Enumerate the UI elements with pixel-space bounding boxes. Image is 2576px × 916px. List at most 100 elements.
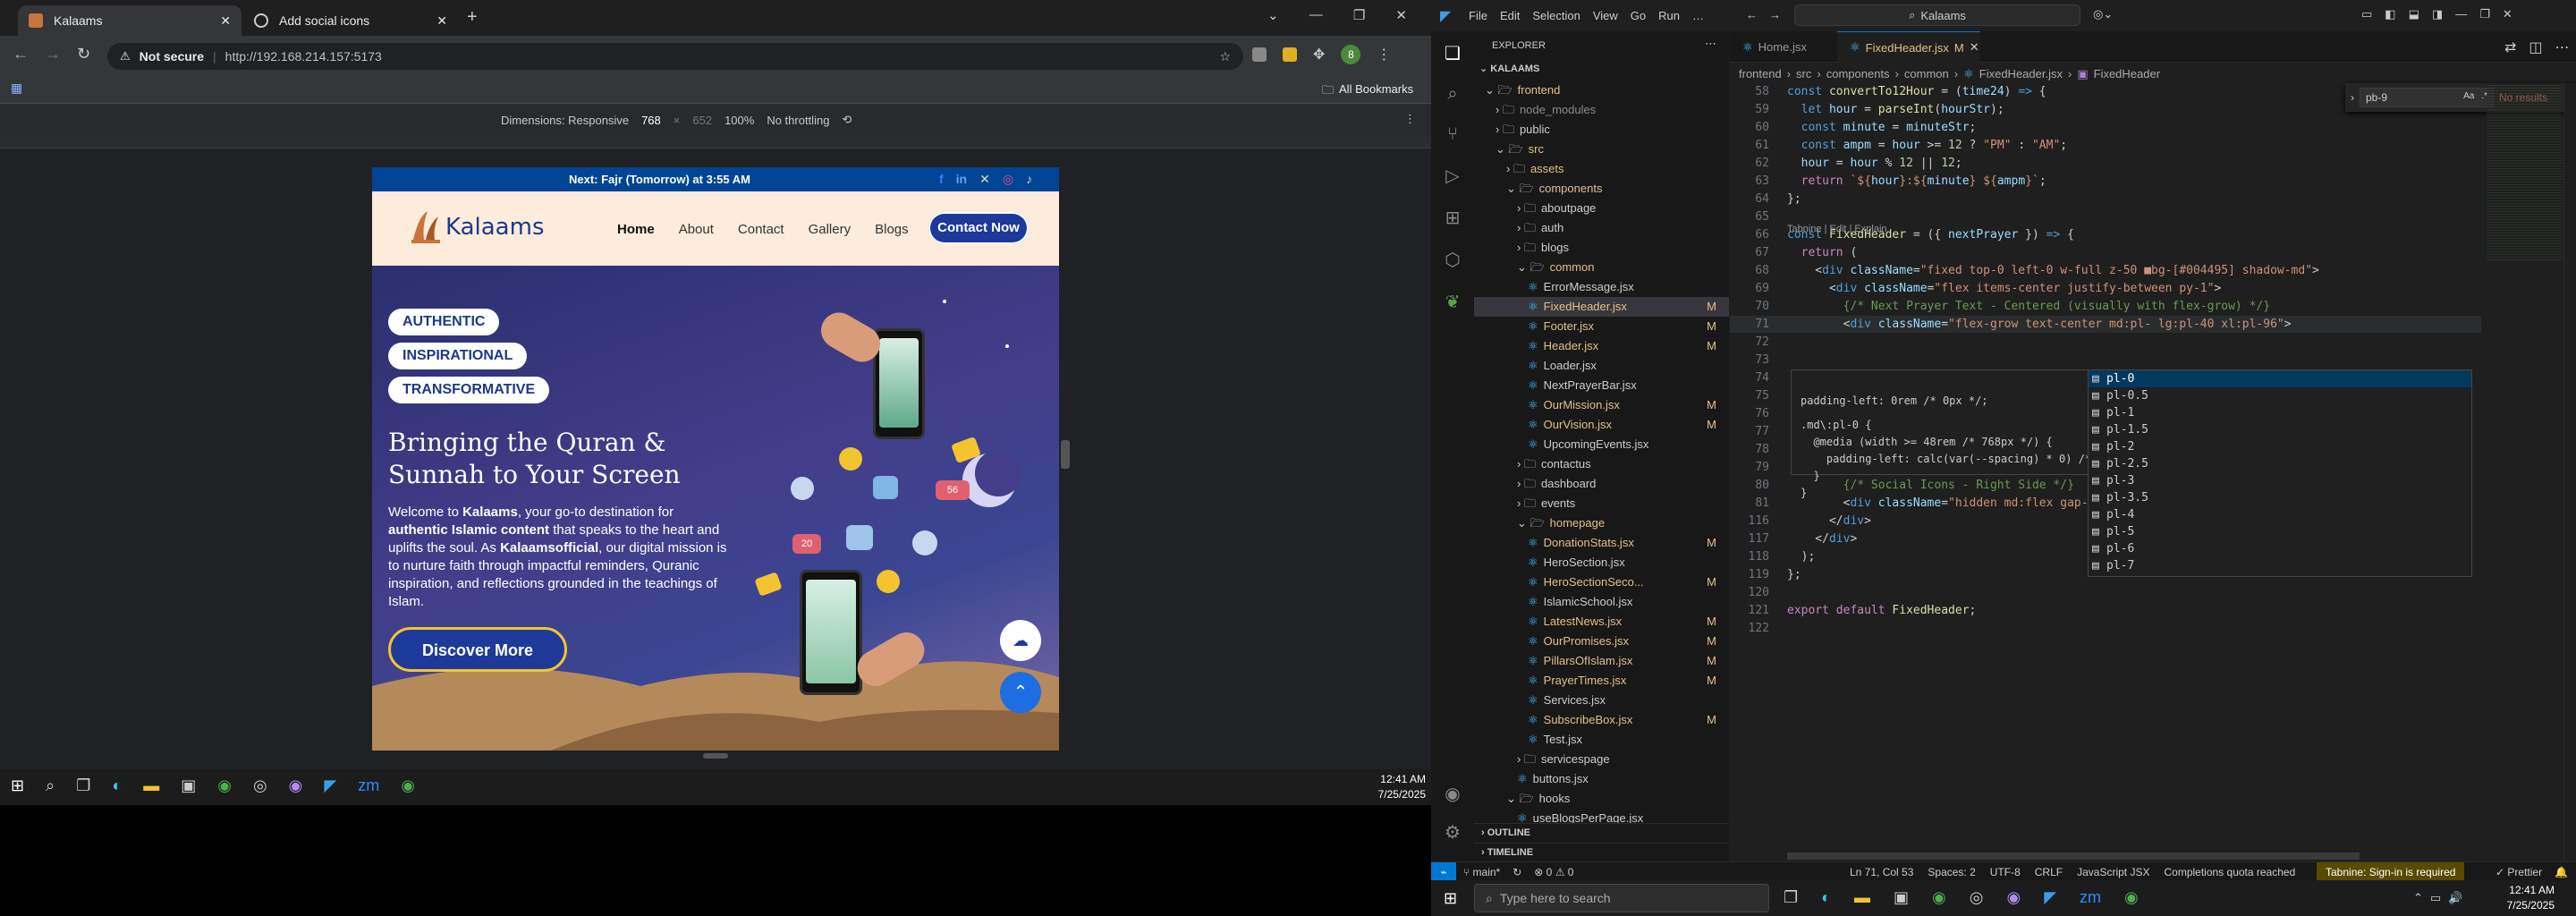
code-line[interactable]: 72 <box>1730 334 2481 351</box>
code-line[interactable]: 73 <box>1730 352 2481 369</box>
sync-icon[interactable]: ↻ <box>1513 866 1521 878</box>
tree-file[interactable]: ⚛ IslamicSchool.jsx <box>1474 592 1729 612</box>
linkedin-icon[interactable]: in <box>956 172 967 187</box>
zoom-dropdown[interactable]: 100% <box>724 114 754 127</box>
menu-selection[interactable]: Selection <box>1532 9 1580 22</box>
instagram-icon[interactable]: ◎ <box>1003 172 1013 187</box>
github-icon[interactable]: ◉ <box>2006 888 2021 907</box>
tree-folder[interactable]: › 🗀 servicespage <box>1474 750 1729 769</box>
problems-indicator[interactable]: ⊗ 0 ⚠ 0 <box>1534 866 1573 878</box>
tree-file[interactable]: ⚛ OurMission.jsx M <box>1474 395 1729 415</box>
taskbar-search-box[interactable]: ⌕ Type here to search <box>1474 884 1769 912</box>
explorer-more-icon[interactable]: ⋯ <box>1705 37 1716 51</box>
tree-folder[interactable]: › 🗀 aboutpage <box>1474 199 1729 218</box>
forward-icon[interactable]: → <box>45 45 61 64</box>
code-line[interactable]: 61 const ampm = hour >= 12 ? "PM" : "AM"… <box>1730 137 2481 154</box>
chrome-icon[interactable]: ◉ <box>217 776 232 795</box>
back-icon[interactable]: ← <box>13 45 29 64</box>
width-input[interactable]: 768 <box>641 114 661 127</box>
split-editor-icon[interactable]: ◫ <box>2529 38 2542 56</box>
nav-blogs[interactable]: Blogs <box>875 222 909 237</box>
nav-back-icon[interactable]: ← <box>1746 8 1758 21</box>
app-icon[interactable]: ◎ <box>253 776 267 795</box>
code-line[interactable]: 62 hour = hour % 12 || 12; <box>1730 155 2481 172</box>
code-line[interactable]: 68 <div className="fixed top-0 left-0 w-… <box>1730 262 2481 279</box>
tray-chevron-icon[interactable]: ⌃ <box>2413 891 2423 905</box>
close-window-icon[interactable]: ✕ <box>1395 7 1407 23</box>
edge-icon[interactable]: ◐ <box>1821 888 1831 907</box>
tree-file[interactable]: ⚛ NextPrayerBar.jsx <box>1474 376 1729 395</box>
all-bookmarks[interactable]: 🗀 All Bookmarks <box>1322 82 1413 102</box>
app-icon[interactable]: ◎ <box>1970 888 1984 907</box>
code-line[interactable]: 71 <div className="flex-grow text-center… <box>1730 316 2481 333</box>
compare-icon[interactable]: ⇄ <box>2504 38 2516 56</box>
account-icon[interactable]: ◉ <box>1445 783 1460 805</box>
close-tab-icon[interactable]: ✕ <box>436 13 447 29</box>
scrollbar[interactable] <box>2563 83 2576 861</box>
breadcrumb-item[interactable]: src <box>1796 67 1811 81</box>
close-tab-icon[interactable]: ✕ <box>1970 40 1979 55</box>
tree-file[interactable]: ⚛ HeroSectionSeco... M <box>1474 572 1729 592</box>
device-more-icon[interactable]: ⋮ <box>1404 112 1416 126</box>
github-copilot-icon[interactable]: ⬡ <box>1445 249 1460 271</box>
tree-folder[interactable]: ⌄ 🗁 components <box>1474 179 1729 199</box>
github-icon[interactable]: ◉ <box>289 776 303 795</box>
tree-folder[interactable]: ⌄ 🗁 frontend <box>1474 81 1729 100</box>
tree-file[interactable]: ⚛ Loader.jsx <box>1474 356 1729 376</box>
tree-file[interactable]: ⚛ OurVision.jsx M <box>1474 415 1729 435</box>
start-windows-icon[interactable]: ⊞ <box>1444 889 1457 908</box>
settings-gear-icon[interactable]: ⚙ <box>1445 821 1461 844</box>
search-icon[interactable]: ⌕ <box>1447 84 1457 105</box>
layout-icon[interactable]: ▭ <box>2361 7 2372 21</box>
tree-file[interactable]: ⚛ Services.jsx <box>1474 691 1729 710</box>
tree-folder[interactable]: › 🗀 assets <box>1474 159 1729 179</box>
tree-file[interactable]: ⚛ HeroSection.jsx <box>1474 553 1729 572</box>
scroll-top-button[interactable]: ⌃ <box>1000 672 1041 713</box>
nav-forward-icon[interactable]: → <box>1769 8 1781 21</box>
tree-file[interactable]: ⚛ ErrorMessage.jsx <box>1474 277 1729 297</box>
extensions-puzzle-icon[interactable]: ✥ <box>1313 46 1325 64</box>
tree-file[interactable]: ⚛ Footer.jsx M <box>1474 317 1729 336</box>
mongodb-icon[interactable]: ❦ <box>1445 291 1461 313</box>
tree-folder[interactable]: › 🗀 blogs <box>1474 238 1729 258</box>
clock[interactable]: 12:41 AM 7/25/2025 <box>1351 772 1426 802</box>
minimize-icon[interactable]: — <box>2455 7 2467 21</box>
code-line[interactable]: 120 <box>1730 584 2481 601</box>
tab-add-social-icons[interactable]: Add social icons ✕ <box>243 5 458 36</box>
code-line[interactable]: 67 return ( <box>1730 244 2481 261</box>
suggestion-item[interactable]: ▤ pl-5 <box>2089 523 2471 540</box>
reload-icon[interactable]: ↻ <box>77 45 90 64</box>
tree-folder[interactable]: ⌄ 🗁 hooks <box>1474 789 1729 809</box>
close-window-icon[interactable]: ✕ <box>2503 7 2512 21</box>
language-mode[interactable]: JavaScript JSX <box>2077 866 2149 878</box>
code-line[interactable]: 70 {/* Next Prayer Text - Centered (visu… <box>1730 298 2481 315</box>
suggestion-item[interactable]: ▤ pl-2.5 <box>2089 455 2471 472</box>
menu-more[interactable]: … <box>1692 9 1704 22</box>
suggestion-item[interactable]: ▤ pl-0 <box>2089 370 2471 387</box>
toggle-panel-icon[interactable]: ⬓ <box>2409 7 2419 21</box>
task-view-icon[interactable]: ❐ <box>76 776 90 795</box>
more-actions-icon[interactable]: ⋯ <box>2555 38 2570 56</box>
apps-grid-icon[interactable]: ▦ <box>11 81 22 96</box>
tab-home-jsx[interactable]: ⚛ Home.jsx <box>1730 31 1837 63</box>
tiktok-icon[interactable]: ♪ <box>1026 172 1032 187</box>
code-line[interactable]: 121 export default FixedHeader; <box>1730 602 2481 619</box>
clock[interactable]: 12:41 AM 7/25/2025 <box>2479 883 2555 913</box>
tree-folder[interactable]: ⌄ 🗁 common <box>1474 258 1729 277</box>
nav-about[interactable]: About <box>679 222 714 237</box>
tree-file[interactable]: ⚛ buttons.jsx <box>1474 769 1729 789</box>
discover-more-button[interactable]: Discover More <box>388 627 567 672</box>
breadcrumb-item[interactable]: frontend <box>1739 67 1782 81</box>
suggestion-item[interactable]: ▤ pl-2 <box>2089 438 2471 455</box>
extension-icon[interactable] <box>1283 47 1297 62</box>
encoding[interactable]: UTF-8 <box>1990 866 2021 878</box>
tab-kalaams[interactable]: Kalaams ✕ <box>18 5 242 36</box>
workspace-root[interactable]: ⌄ KALAAMS <box>1479 63 1539 74</box>
code-line[interactable]: 63 return `${hour}:${minute} ${ampm}`; <box>1730 173 2481 190</box>
cursor-position[interactable]: Ln 71, Col 53 <box>1850 866 1913 878</box>
resize-handle-bottom[interactable] <box>703 753 728 759</box>
code-line[interactable]: 122 <box>1730 620 2481 637</box>
toggle-secondary-icon[interactable]: ◨ <box>2432 7 2443 21</box>
search-icon[interactable]: ⌕ <box>46 776 55 795</box>
menu-view[interactable]: View <box>1593 9 1618 22</box>
